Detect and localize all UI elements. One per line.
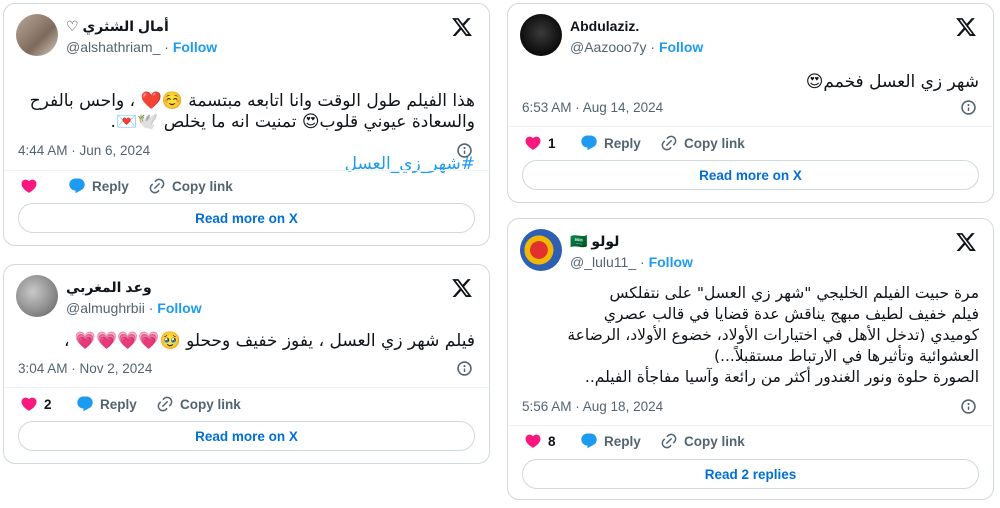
follow-button[interactable]: Follow: [157, 300, 201, 316]
tweet-header: Abdulaziz. @Aazooo7y · Follow: [520, 14, 981, 58]
tweet-header: لولو 🇸🇦 @_lulu11_ · Follow: [520, 229, 981, 273]
read-more-button[interactable]: Read more on X: [522, 160, 979, 190]
reply-button[interactable]: Reply: [580, 432, 641, 450]
x-logo-icon[interactable]: [451, 277, 473, 299]
reply-bubble-icon: [68, 177, 86, 195]
reply-bubble-icon: [76, 395, 94, 413]
divider: [508, 126, 993, 127]
x-logo-icon[interactable]: [955, 231, 977, 253]
reply-button[interactable]: Reply: [68, 177, 129, 195]
copy-link-label: Copy link: [172, 178, 233, 194]
author-name[interactable]: لولو 🇸🇦: [570, 232, 619, 250]
x-logo-icon[interactable]: [451, 16, 473, 38]
author-handle[interactable]: @Aazooo7y: [570, 39, 646, 55]
tweet-text: هذا الفيلم طول الوقت وانا اتابعه مبتسمة …: [18, 70, 475, 175]
reply-bubble-icon: [580, 134, 598, 152]
avatar[interactable]: [520, 14, 562, 56]
like-button[interactable]: 2: [20, 395, 52, 413]
heart-icon: [524, 432, 542, 450]
link-icon: [660, 432, 678, 450]
author-handle[interactable]: @alshathriam_: [66, 39, 160, 55]
reply-button[interactable]: Reply: [580, 134, 641, 152]
like-button[interactable]: 8: [524, 432, 556, 450]
copy-link-button[interactable]: Copy link: [660, 432, 745, 450]
read-more-button[interactable]: Read more on X: [18, 203, 475, 233]
avatar[interactable]: [16, 275, 58, 317]
heart-icon: [20, 177, 38, 195]
tweet-text: مرة حبيت الفيلم الخليجي "شهر زي العسل" ع…: [567, 284, 979, 386]
author-handle[interactable]: @almughrbii: [66, 300, 145, 316]
info-icon[interactable]: [960, 398, 977, 415]
like-count: 1: [548, 135, 556, 151]
tweet-text: شهر زي العسل فخمم😍: [805, 72, 979, 92]
heart-icon: [524, 134, 542, 152]
copy-link-label: Copy link: [684, 135, 745, 151]
copy-link-button[interactable]: Copy link: [156, 395, 241, 413]
copy-link-label: Copy link: [180, 396, 241, 412]
timestamp[interactable]: 3:04 AM · Nov 2, 2024: [18, 361, 152, 376]
action-bar: 8 Reply Copy link: [522, 432, 979, 454]
x-logo-icon[interactable]: [955, 16, 977, 38]
read-more-button[interactable]: Read more on X: [18, 421, 475, 451]
copy-link-label: Copy link: [684, 433, 745, 449]
reply-button[interactable]: Reply: [76, 395, 137, 413]
reply-label: Reply: [100, 396, 137, 412]
reply-label: Reply: [92, 178, 129, 194]
author-name[interactable]: Abdulaziz.: [570, 17, 639, 35]
reply-bubble-icon: [580, 432, 598, 450]
action-bar: Reply Copy link: [18, 177, 475, 199]
info-icon[interactable]: [456, 142, 473, 159]
link-icon: [148, 177, 166, 195]
action-bar: 1 Reply Copy link: [522, 134, 979, 156]
read-replies-button[interactable]: Read 2 replies: [522, 459, 979, 489]
divider: [508, 425, 993, 426]
follow-button[interactable]: Follow: [659, 39, 703, 55]
avatar[interactable]: [520, 229, 562, 271]
like-count: 8: [548, 433, 556, 449]
divider: [4, 387, 489, 388]
reply-label: Reply: [604, 135, 641, 151]
like-count: 2: [44, 396, 52, 412]
author-name[interactable]: أمال الشثري ♡: [66, 17, 169, 35]
copy-link-button[interactable]: Copy link: [660, 134, 745, 152]
link-icon: [660, 134, 678, 152]
follow-button[interactable]: Follow: [173, 39, 217, 55]
follow-button[interactable]: Follow: [649, 254, 693, 270]
tweet-card: Abdulaziz. @Aazooo7y · Follow شهر زي الع…: [507, 3, 994, 203]
reply-label: Reply: [604, 433, 641, 449]
tweet-body: هذا الفيلم طول الوقت وانا اتابعه مبتسمة …: [29, 91, 475, 132]
action-bar: 2 Reply Copy link: [18, 395, 475, 417]
copy-link-button[interactable]: Copy link: [148, 177, 233, 195]
info-icon[interactable]: [456, 360, 473, 377]
author-name[interactable]: وعد المغربي: [66, 278, 152, 296]
info-icon[interactable]: [960, 99, 977, 116]
tweet-header: وعد المغربي @almughrbii · Follow: [16, 275, 477, 319]
timestamp[interactable]: 6:53 AM · Aug 14, 2024: [522, 100, 663, 115]
tweet-card: أمال الشثري ♡ @alshathriam_ · Follow هذا…: [3, 3, 490, 246]
author-handle[interactable]: @_lulu11_: [570, 254, 636, 270]
timestamp[interactable]: 5:56 AM · Aug 18, 2024: [522, 399, 663, 414]
divider: [4, 170, 489, 171]
link-icon: [156, 395, 174, 413]
tweet-card: لولو 🇸🇦 @_lulu11_ · Follow مرة حبيت الفي…: [507, 218, 994, 500]
like-button[interactable]: 1: [524, 134, 556, 152]
avatar[interactable]: [16, 14, 58, 56]
tweet-card: وعد المغربي @almughrbii · Follow فيلم شه…: [3, 264, 490, 464]
tweet-header: أمال الشثري ♡ @alshathriam_ · Follow: [16, 14, 477, 58]
like-button[interactable]: [20, 177, 44, 195]
tweet-text: فيلم شهر زي العسل ، يفوز خفيف وححلو 🥹💗💗💗…: [63, 331, 475, 351]
timestamp[interactable]: 4:44 AM · Jun 6, 2024: [18, 143, 150, 158]
heart-icon: [20, 395, 38, 413]
